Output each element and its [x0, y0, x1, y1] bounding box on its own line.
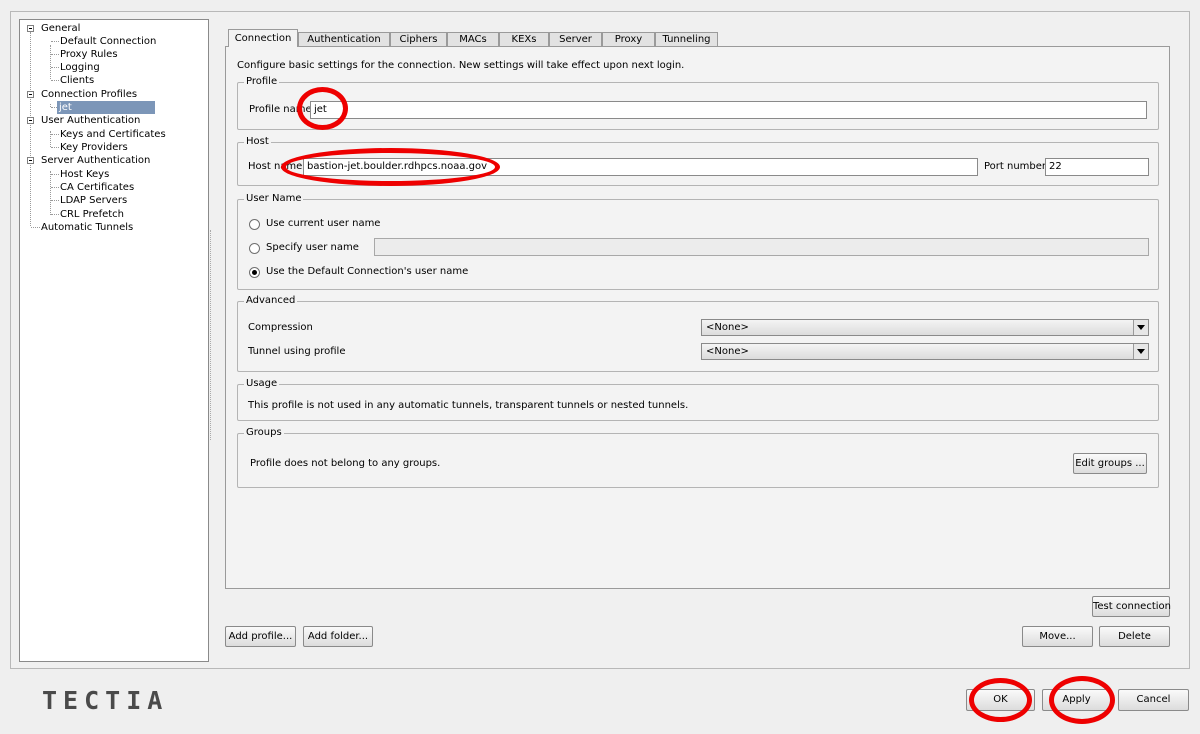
- tab-connection[interactable]: Connection: [228, 29, 298, 47]
- host-name-input[interactable]: bastion-jet.boulder.rdhpcs.noaa.gov: [303, 158, 978, 176]
- tree-item-server-authentication[interactable]: Server Authentication: [41, 154, 150, 167]
- host-group: Host Host name bastion-jet.boulder.rdhpc…: [237, 136, 1159, 186]
- tunnel-profile-label: Tunnel using profile: [248, 346, 346, 357]
- tree-item-default-connection[interactable]: Default Connection: [60, 35, 156, 48]
- tree-item-automatic-tunnels[interactable]: Automatic Tunnels: [41, 221, 133, 234]
- tree-item-logging[interactable]: Logging: [60, 61, 100, 74]
- tree-guide-line: [50, 171, 51, 215]
- tab-authentication[interactable]: Authentication: [298, 32, 390, 46]
- groups-group-title: Groups: [244, 427, 284, 439]
- collapse-icon[interactable]: [27, 157, 34, 164]
- usage-group: Usage This profile is not used in any au…: [237, 378, 1159, 421]
- tunnel-profile-dropdown[interactable]: <None>: [701, 343, 1149, 360]
- usage-group-title: Usage: [244, 378, 280, 390]
- tab-proxy[interactable]: Proxy: [602, 32, 655, 46]
- collapse-icon[interactable]: [27, 117, 34, 124]
- tree-branch: [51, 147, 59, 148]
- use-current-user-radio[interactable]: [249, 219, 260, 230]
- host-name-label: Host name: [248, 161, 303, 172]
- tree-item-proxy-rules[interactable]: Proxy Rules: [60, 48, 118, 61]
- tree-branch: [51, 80, 59, 81]
- collapse-icon[interactable]: [27, 25, 34, 32]
- chevron-down-icon[interactable]: [1133, 320, 1148, 335]
- tree-item-clients[interactable]: Clients: [60, 74, 94, 87]
- groups-group: Groups Profile does not belong to any gr…: [237, 427, 1159, 488]
- intro-text: Configure basic settings for the connect…: [237, 60, 685, 71]
- advanced-group: Advanced Compression <None> Tunnel using…: [237, 295, 1159, 372]
- cancel-button[interactable]: Cancel: [1118, 689, 1189, 711]
- add-folder-button[interactable]: Add folder...: [303, 626, 373, 647]
- usage-text: This profile is not used in any automati…: [248, 400, 689, 411]
- compression-value: <None>: [706, 322, 749, 333]
- connection-tab-panel: Configure basic settings for the connect…: [225, 46, 1170, 589]
- use-default-user-label[interactable]: Use the Default Connection's user name: [266, 265, 468, 279]
- specify-user-radio[interactable]: [249, 243, 260, 254]
- tectia-logo: TECTIA: [42, 686, 169, 715]
- use-default-user-radio[interactable]: [249, 267, 260, 278]
- profile-group-title: Profile: [244, 76, 280, 88]
- collapse-icon[interactable]: [27, 91, 34, 98]
- groups-text: Profile does not belong to any groups.: [250, 458, 441, 469]
- chevron-down-icon[interactable]: [1133, 344, 1148, 359]
- tab-tunneling[interactable]: Tunneling: [655, 32, 718, 46]
- user-name-group-title: User Name: [244, 193, 304, 205]
- tab-kexs[interactable]: KEXs: [499, 32, 549, 46]
- port-number-input[interactable]: 22: [1045, 158, 1149, 176]
- specify-user-label[interactable]: Specify user name: [266, 241, 359, 255]
- tree-branch: [51, 214, 59, 215]
- use-current-user-label[interactable]: Use current user name: [266, 217, 380, 231]
- tab-macs[interactable]: MACs: [447, 32, 499, 46]
- tree-item-crl-prefetch[interactable]: CRL Prefetch: [60, 208, 124, 221]
- tree-branch: [51, 187, 59, 188]
- tree-item-host-keys[interactable]: Host Keys: [60, 168, 109, 181]
- tree-item-keys-and-certificates[interactable]: Keys and Certificates: [60, 128, 166, 141]
- splitter-handle[interactable]: [210, 230, 213, 440]
- tab-server[interactable]: Server: [549, 32, 602, 46]
- tree-item-connection-profiles[interactable]: Connection Profiles: [41, 88, 137, 101]
- ok-button[interactable]: OK: [966, 689, 1035, 711]
- tree-item-ldap-servers[interactable]: LDAP Servers: [60, 194, 127, 207]
- profile-name-label: Profile name: [249, 104, 312, 115]
- port-number-label: Port number: [984, 161, 1047, 172]
- edit-groups-button[interactable]: Edit groups ...: [1073, 453, 1147, 474]
- tree-branch: [51, 174, 59, 175]
- tab-ciphers[interactable]: Ciphers: [390, 32, 447, 46]
- compression-label: Compression: [248, 322, 313, 333]
- profile-name-input[interactable]: jet: [310, 101, 1147, 119]
- user-name-group: User Name Use current user name Specify …: [237, 193, 1159, 290]
- tree-branch: [51, 67, 59, 68]
- compression-dropdown[interactable]: <None>: [701, 319, 1149, 336]
- host-group-title: Host: [244, 136, 271, 148]
- tree-item-profile-jet[interactable]: jet: [57, 101, 155, 114]
- tree-branch: [51, 134, 59, 135]
- tree-branch: [51, 200, 59, 201]
- tree-branch: [51, 41, 59, 42]
- tree-item-ca-certificates[interactable]: CA Certificates: [60, 181, 134, 194]
- tree-branch: [51, 54, 59, 55]
- tree-guide-line: [50, 45, 51, 79]
- apply-button[interactable]: Apply: [1042, 689, 1111, 711]
- add-profile-button[interactable]: Add profile...: [225, 626, 296, 647]
- specify-user-input[interactable]: [374, 238, 1149, 256]
- tree-item-user-authentication[interactable]: User Authentication: [41, 114, 140, 127]
- advanced-group-title: Advanced: [244, 295, 298, 307]
- profile-group: Profile Profile name jet: [237, 76, 1159, 130]
- tree-branch: [31, 227, 40, 228]
- move-button[interactable]: Move...: [1022, 626, 1093, 647]
- tree-guide-line: [30, 32, 31, 226]
- delete-button[interactable]: Delete: [1099, 626, 1170, 647]
- test-connection-button[interactable]: Test connection: [1092, 596, 1171, 617]
- settings-tree[interactable]: General Default Connection Proxy Rules L…: [19, 19, 209, 662]
- tree-item-general[interactable]: General: [41, 22, 80, 35]
- tunnel-profile-value: <None>: [706, 346, 749, 357]
- tree-item-key-providers[interactable]: Key Providers: [60, 141, 128, 154]
